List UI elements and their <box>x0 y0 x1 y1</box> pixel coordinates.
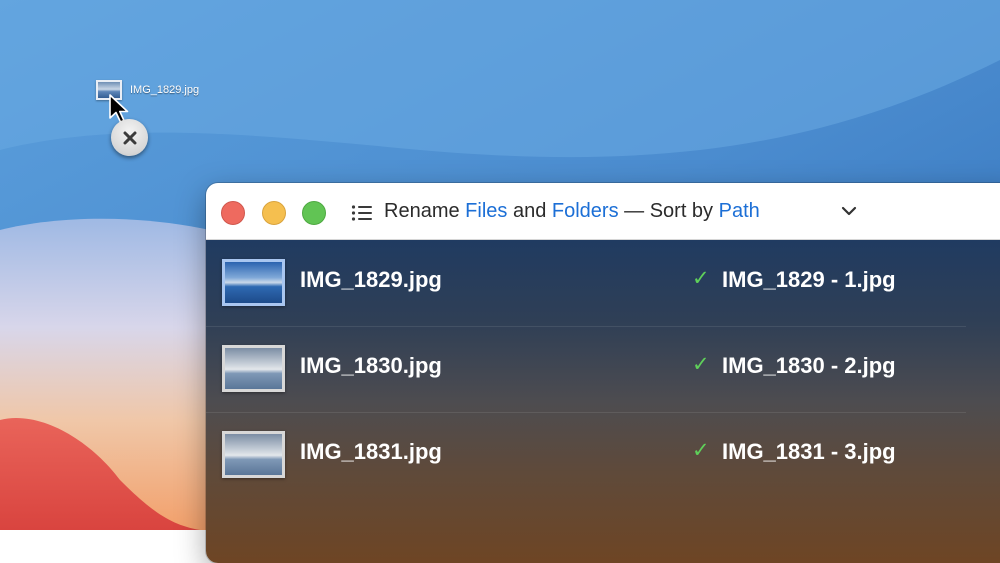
file-list: IMG_1829.jpg ✓ IMG_1829 - 1.jpg IMG_1830… <box>206 240 1000 563</box>
new-filename: IMG_1831 - 3.jpg <box>722 439 896 464</box>
file-row[interactable]: IMG_1829.jpg ✓ IMG_1829 - 1.jpg <box>206 240 966 327</box>
zoom-button[interactable] <box>302 201 326 225</box>
dragged-file-name: IMG_1829.jpg <box>130 84 200 96</box>
list-icon[interactable] <box>351 204 373 222</box>
checkmark-icon: ✓ <box>692 438 710 462</box>
original-filename: IMG_1829.jpg <box>300 267 442 292</box>
new-filename: IMG_1830 - 2.jpg <box>722 353 896 378</box>
checkmark-icon: ✓ <box>692 352 710 376</box>
title-bar: Rename Files and Folders — Sort by Path <box>206 183 1000 240</box>
chevron-down-icon[interactable] <box>841 205 857 217</box>
checkmark-icon: ✓ <box>692 266 710 290</box>
new-filename: IMG_1829 - 1.jpg <box>722 267 896 292</box>
no-drop-x-icon <box>111 119 148 156</box>
image-thumbnail <box>222 345 285 392</box>
close-button[interactable] <box>221 201 245 225</box>
image-thumbnail <box>222 259 285 306</box>
file-row[interactable]: IMG_1830.jpg ✓ IMG_1830 - 2.jpg <box>206 326 966 413</box>
files-toggle[interactable]: Files <box>465 200 507 222</box>
minimize-button[interactable] <box>262 201 286 225</box>
title-prefix: Rename <box>384 200 466 222</box>
title-and: and <box>507 200 552 222</box>
window-title: Rename Files and Folders — Sort by Path <box>384 200 760 223</box>
folders-toggle[interactable]: Folders <box>552 200 619 222</box>
file-row[interactable]: IMG_1831.jpg ✓ IMG_1831 - 3.jpg <box>206 412 966 498</box>
image-thumbnail <box>222 431 285 478</box>
sort-field-selector[interactable]: Path <box>719 200 760 222</box>
title-sort-prefix: — Sort by <box>618 200 719 222</box>
original-filename: IMG_1831.jpg <box>300 439 442 464</box>
rename-window: Rename Files and Folders — Sort by Path … <box>206 183 1000 563</box>
original-filename: IMG_1830.jpg <box>300 353 442 378</box>
